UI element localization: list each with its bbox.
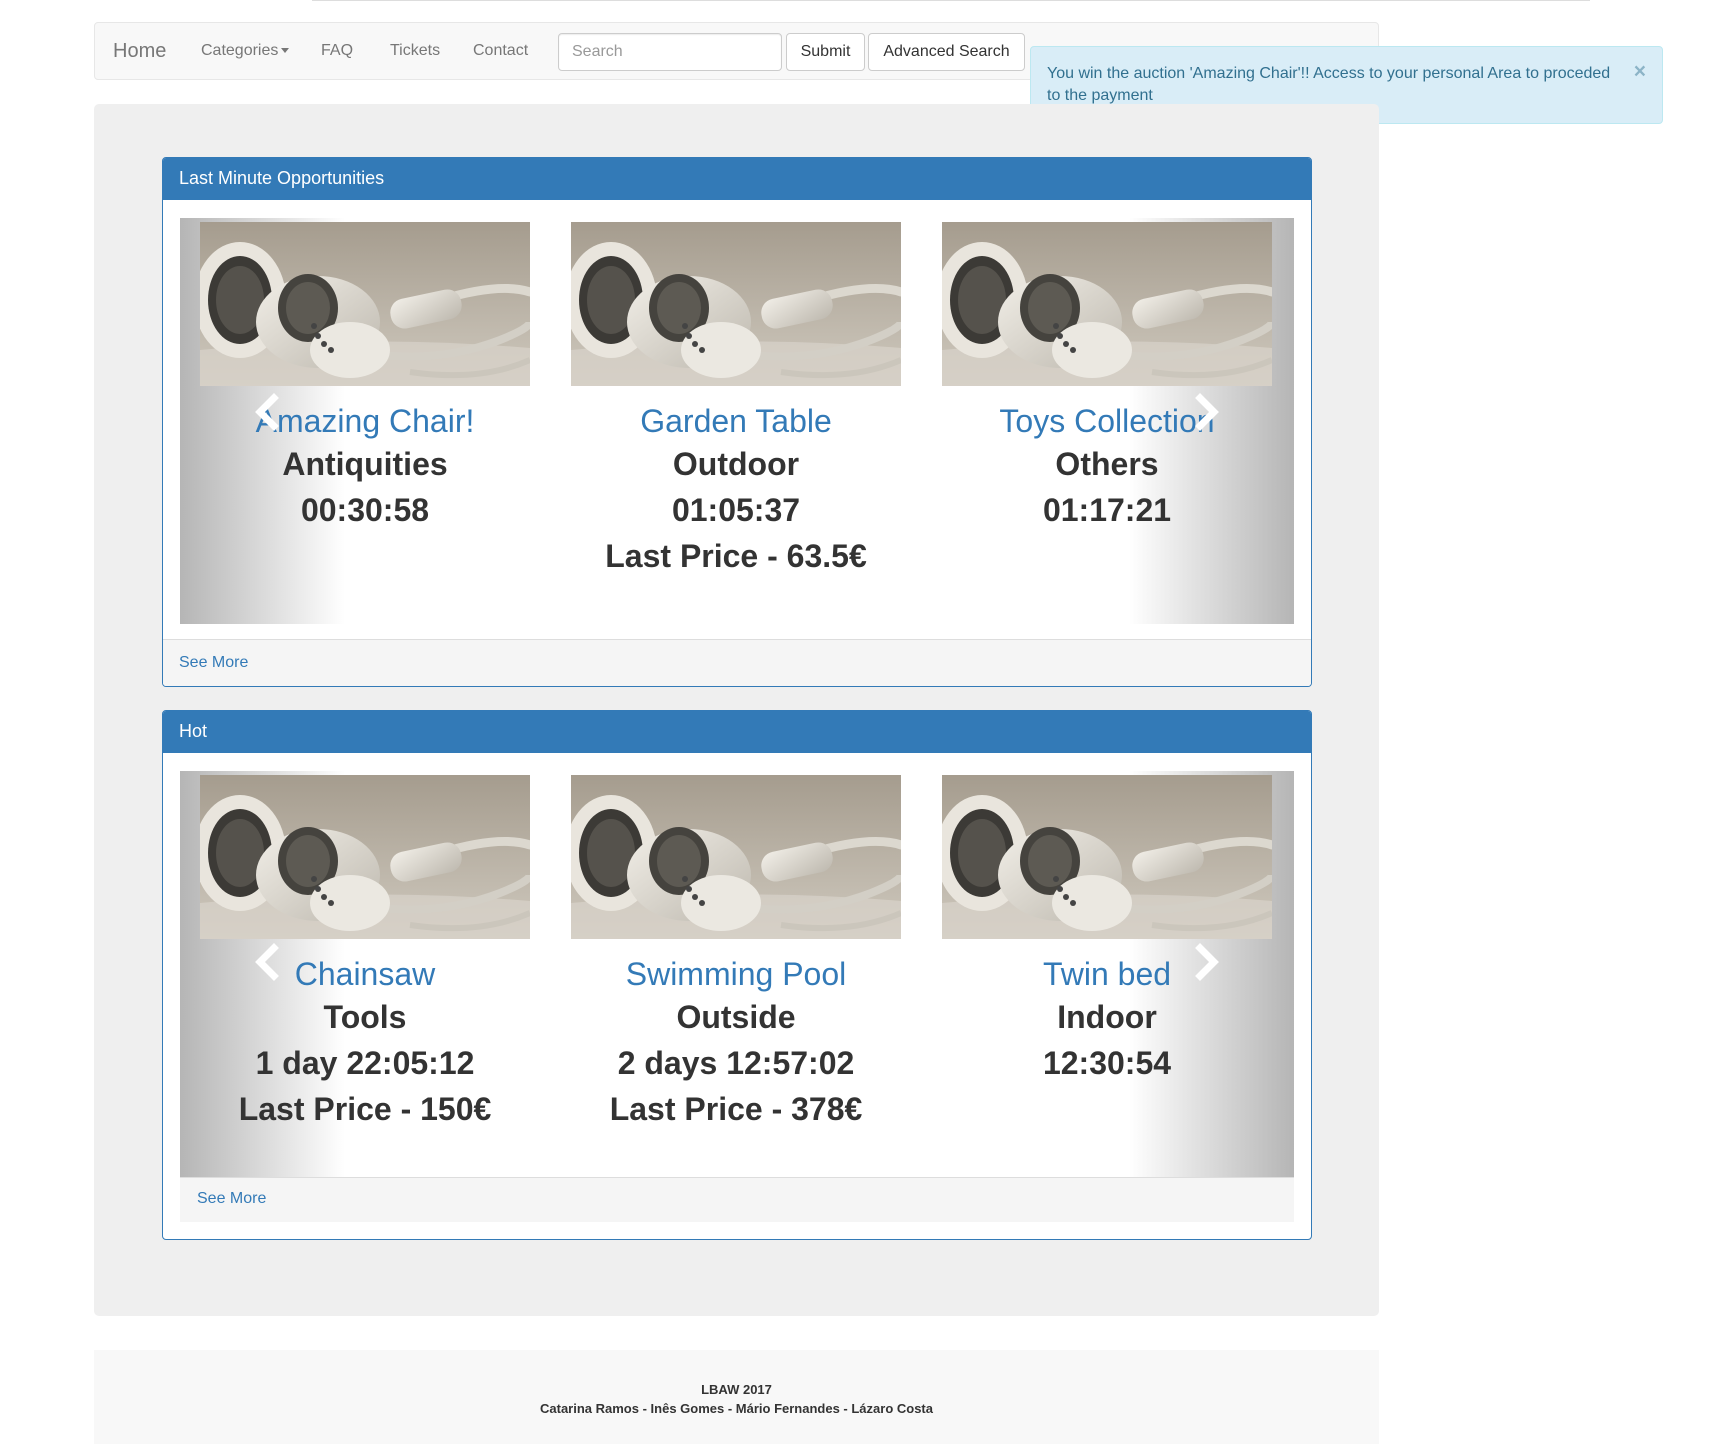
earphones-image[interactable] [571, 775, 901, 939]
earphones-image[interactable] [942, 775, 1272, 939]
chevron-right-icon[interactable] [1186, 942, 1226, 982]
nav-categories-dropdown[interactable]: Categories [201, 42, 290, 60]
auction-category: Indoor [1057, 999, 1157, 1035]
auction-category: Others [1055, 446, 1159, 482]
auction-time-left: 1 day 22:05:12 [255, 1045, 475, 1081]
last-minute-carousel: Amazing Chair! Antiquities 00:30:58 Gard… [180, 218, 1294, 624]
auction-card: Amazing Chair! Antiquities 00:30:58 [200, 222, 530, 533]
nav-home-link[interactable]: Home [113, 40, 166, 63]
auction-last-price: Last Price - 378€ [609, 1091, 863, 1127]
panel-footer: See More [180, 1177, 1294, 1222]
footer-authors: Catarina Ramos - Inês Gomes - Mário Fern… [540, 1401, 933, 1416]
auction-category: Tools [323, 999, 407, 1035]
nav-tickets-link[interactable]: Tickets [390, 42, 440, 60]
auction-title-link[interactable]: Garden Table [571, 401, 901, 441]
auction-card: Twin bed Indoor 12:30:54 [942, 775, 1272, 1086]
last-minute-panel: Last Minute Opportunities Amazing Chair!… [162, 157, 1312, 687]
auction-card: Toys Collection Others 01:17:21 [942, 222, 1272, 533]
top-divider [312, 0, 1590, 1]
auction-time-left: 00:30:58 [300, 492, 430, 528]
chevron-left-icon[interactable] [248, 942, 288, 982]
nav-categories-label: Categories [201, 42, 279, 59]
earphones-image[interactable] [571, 222, 901, 386]
close-icon[interactable]: × [1634, 61, 1646, 82]
auction-title-link[interactable]: Swimming Pool [571, 954, 901, 994]
submit-button[interactable]: Submit [786, 33, 865, 71]
auction-card: Swimming Pool Outside 2 days 12:57:02 La… [571, 775, 901, 1132]
auction-last-price: Last Price - 63.5€ [605, 538, 867, 574]
auction-category: Outdoor [672, 446, 800, 482]
footer-course-label: LBAW 2017 [701, 1382, 772, 1397]
panel-title: Last Minute Opportunities [163, 158, 1311, 200]
auction-category: Outside [676, 999, 796, 1035]
search-input[interactable] [558, 33, 782, 71]
panel-title: Hot [163, 711, 1311, 753]
hot-carousel: Chainsaw Tools 1 day 22:05:12 Last Price… [180, 771, 1294, 1177]
auction-card: Garden Table Outdoor 01:05:37 Last Price… [571, 222, 901, 579]
chevron-left-icon[interactable] [248, 392, 288, 432]
see-more-link[interactable]: See More [197, 1190, 266, 1207]
hot-panel: Hot Chainsaw Tools 1 day 22:05:12 Last P… [162, 710, 1312, 1240]
caret-down-icon [281, 48, 290, 54]
nav-contact-link[interactable]: Contact [473, 42, 528, 60]
auction-time-left: 01:05:37 [671, 492, 801, 528]
nav-faq-link[interactable]: FAQ [321, 42, 353, 60]
see-more-link[interactable]: See More [179, 654, 248, 671]
auction-last-price: Last Price - 150€ [238, 1091, 492, 1127]
earphones-image[interactable] [200, 775, 530, 939]
auction-category: Antiquities [282, 446, 448, 482]
page-footer: LBAW 2017 Catarina Ramos - Inês Gomes - … [94, 1350, 1379, 1444]
earphones-image[interactable] [942, 222, 1272, 386]
earphones-image[interactable] [200, 222, 530, 386]
auction-time-left: 2 days 12:57:02 [617, 1045, 855, 1081]
alert-message: You win the auction 'Amazing Chair'!! Ac… [1047, 65, 1611, 104]
advanced-search-button[interactable]: Advanced Search [868, 33, 1025, 71]
chevron-right-icon[interactable] [1186, 392, 1226, 432]
auction-time-left: 12:30:54 [1042, 1045, 1172, 1081]
auction-time-left: 01:17:21 [1042, 492, 1172, 528]
panel-footer: See More [163, 639, 1311, 686]
